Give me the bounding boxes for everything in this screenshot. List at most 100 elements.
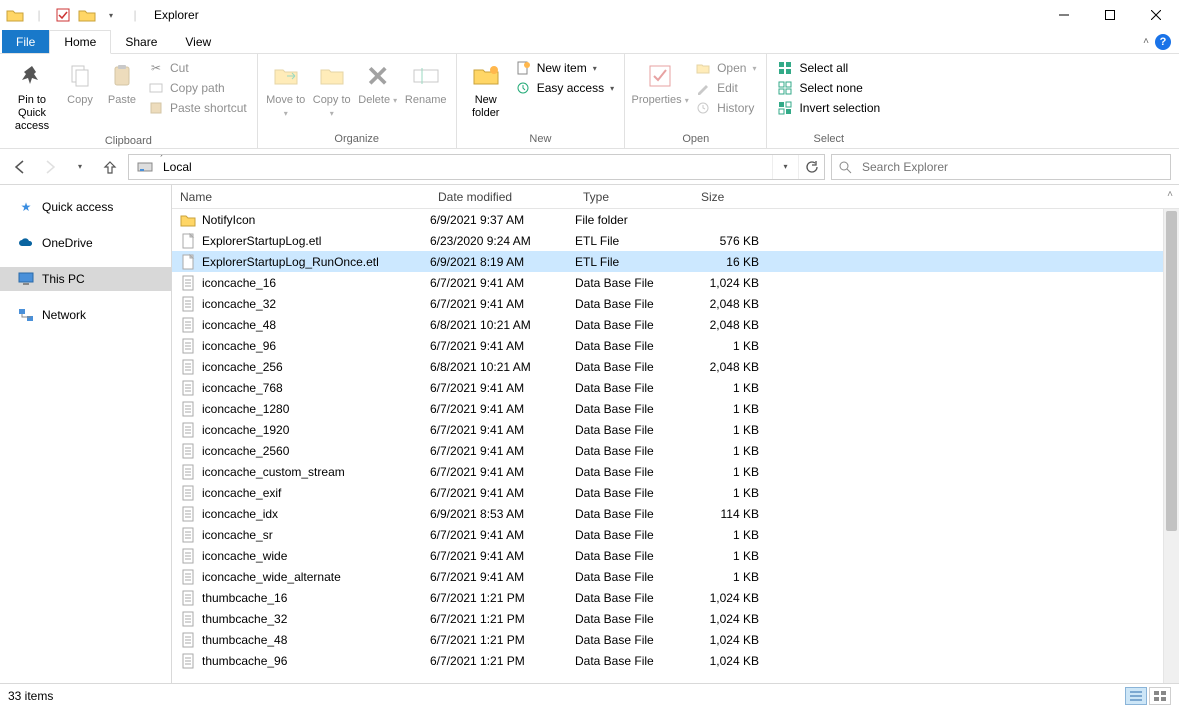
group-label-new: New	[463, 131, 618, 148]
pasteshortcut-button[interactable]: Paste shortcut	[144, 98, 251, 118]
sidebar-network[interactable]: Network	[0, 303, 171, 327]
copyto-button[interactable]: Copy to ▾	[310, 56, 354, 120]
search-box[interactable]	[831, 154, 1171, 180]
qat-customize-dropdown[interactable]: ▾	[100, 4, 122, 26]
col-modified[interactable]: Date modified	[430, 190, 575, 204]
file-size: 1 KB	[693, 444, 765, 458]
help-icon[interactable]: ?	[1155, 34, 1171, 50]
titlebar: | ▾ | Explorer	[0, 0, 1179, 30]
qat-properties-icon[interactable]	[52, 4, 74, 26]
addr-dropdown[interactable]: ▾	[772, 155, 798, 179]
tab-file[interactable]: File	[2, 30, 49, 53]
table-row[interactable]: iconcache_sr6/7/2021 9:41 AMData Base Fi…	[172, 524, 1163, 545]
address-bar[interactable]: Local Disk (C:)›Users››AppData›Local›Mic…	[128, 154, 825, 180]
minimize-button[interactable]	[1041, 0, 1087, 30]
maximize-button[interactable]	[1087, 0, 1133, 30]
up-button[interactable]	[98, 155, 122, 179]
col-size[interactable]: Size	[693, 190, 765, 204]
column-headers[interactable]: Name Date modified Type Size ˄	[172, 185, 1179, 209]
table-row[interactable]: iconcache_7686/7/2021 9:41 AMData Base F…	[172, 377, 1163, 398]
col-name[interactable]: Name	[172, 190, 430, 204]
edit-button[interactable]: Edit	[691, 78, 760, 98]
file-name: iconcache_idx	[202, 507, 278, 521]
view-largeicons-button[interactable]	[1149, 687, 1171, 705]
newfolder-button[interactable]: New folder	[463, 56, 509, 120]
close-button[interactable]	[1133, 0, 1179, 30]
file-modified: 6/7/2021 1:21 PM	[430, 591, 575, 605]
table-row[interactable]: NotifyIcon6/9/2021 9:37 AMFile folder	[172, 209, 1163, 230]
table-row[interactable]: iconcache_326/7/2021 9:41 AMData Base Fi…	[172, 293, 1163, 314]
file-list[interactable]: NotifyIcon6/9/2021 9:37 AMFile folderExp…	[172, 209, 1163, 683]
properties-button[interactable]: Properties ▾	[631, 56, 689, 107]
table-row[interactable]: ExplorerStartupLog_RunOnce.etl6/9/2021 8…	[172, 251, 1163, 272]
table-row[interactable]: iconcache_2566/8/2021 10:21 AMData Base …	[172, 356, 1163, 377]
copypath-button[interactable]: Copy path	[144, 78, 251, 98]
cut-button[interactable]: ✂Cut	[144, 58, 251, 78]
tab-home[interactable]: Home	[49, 30, 111, 54]
forward-button[interactable]	[38, 155, 62, 179]
table-row[interactable]: iconcache_wide6/7/2021 9:41 AMData Base …	[172, 545, 1163, 566]
table-row[interactable]: iconcache_486/8/2021 10:21 AMData Base F…	[172, 314, 1163, 335]
file-modified: 6/8/2021 10:21 AM	[430, 360, 575, 374]
table-row[interactable]: iconcache_19206/7/2021 9:41 AMData Base …	[172, 419, 1163, 440]
refresh-button[interactable]	[798, 155, 824, 179]
file-type: ETL File	[575, 234, 693, 248]
file-icon	[180, 317, 196, 333]
table-row[interactable]: ExplorerStartupLog.etl6/23/2020 9:24 AME…	[172, 230, 1163, 251]
paste-button[interactable]: Paste	[102, 56, 142, 107]
open-button[interactable]: Open ▾	[691, 58, 760, 78]
file-icon	[180, 632, 196, 648]
table-row[interactable]: thumbcache_966/7/2021 1:21 PMData Base F…	[172, 650, 1163, 671]
table-row[interactable]: iconcache_idx6/9/2021 8:53 AMData Base F…	[172, 503, 1163, 524]
table-row[interactable]: iconcache_wide_alternate6/7/2021 9:41 AM…	[172, 566, 1163, 587]
table-row[interactable]: iconcache_166/7/2021 9:41 AMData Base Fi…	[172, 272, 1163, 293]
sidebar-thispc[interactable]: This PC	[0, 267, 171, 291]
collapse-ribbon-icon[interactable]: ˄	[1143, 36, 1149, 47]
chevron-right-icon[interactable]: ›	[155, 154, 168, 159]
sidebar-onedrive[interactable]: OneDrive	[0, 231, 171, 255]
back-button[interactable]	[8, 155, 32, 179]
qat-separator: |	[124, 4, 146, 26]
selectnone-button[interactable]: Select none	[773, 78, 884, 98]
tab-share[interactable]: Share	[111, 30, 171, 53]
moveto-button[interactable]: Move to ▾	[264, 56, 308, 120]
file-name: iconcache_16	[202, 276, 276, 290]
col-type[interactable]: Type	[575, 190, 693, 204]
breadcrumb-segment[interactable]: Local	[155, 160, 244, 174]
file-modified: 6/7/2021 1:21 PM	[430, 654, 575, 668]
table-row[interactable]: iconcache_25606/7/2021 9:41 AMData Base …	[172, 440, 1163, 461]
chevron-right-icon[interactable]: ›	[155, 177, 168, 180]
scrollbar[interactable]	[1163, 209, 1179, 683]
sidebar-quickaccess[interactable]: ★Quick access	[0, 195, 171, 219]
scrollbar-thumb[interactable]	[1166, 211, 1177, 531]
table-row[interactable]: iconcache_12806/7/2021 9:41 AMData Base …	[172, 398, 1163, 419]
qat-newfolder-icon[interactable]	[76, 4, 98, 26]
table-row[interactable]: iconcache_exif6/7/2021 9:41 AMData Base …	[172, 482, 1163, 503]
navigation-pane[interactable]: ★Quick access OneDrive This PC Network	[0, 185, 172, 683]
table-row[interactable]: iconcache_966/7/2021 9:41 AMData Base Fi…	[172, 335, 1163, 356]
pin-quickaccess-button[interactable]: Pin to Quick access	[6, 56, 58, 133]
group-label-open: Open	[631, 131, 760, 148]
rename-button[interactable]: Rename	[402, 56, 450, 107]
search-input[interactable]	[860, 159, 1164, 175]
file-icon	[180, 275, 196, 291]
invertselection-button[interactable]: Invert selection	[773, 98, 884, 118]
cut-icon: ✂	[148, 60, 164, 76]
file-icon	[180, 548, 196, 564]
table-row[interactable]: iconcache_custom_stream6/7/2021 9:41 AMD…	[172, 461, 1163, 482]
recent-dropdown[interactable]: ▾	[68, 155, 92, 179]
table-row[interactable]: thumbcache_326/7/2021 1:21 PMData Base F…	[172, 608, 1163, 629]
view-details-button[interactable]	[1125, 687, 1147, 705]
newitem-button[interactable]: New item ▾	[511, 58, 618, 78]
copy-button[interactable]: Copy	[60, 56, 100, 107]
status-count: 33 items	[8, 689, 53, 703]
delete-button[interactable]: ✕ Delete ▾	[356, 56, 400, 107]
file-type: Data Base File	[575, 423, 693, 437]
table-row[interactable]: thumbcache_486/7/2021 1:21 PMData Base F…	[172, 629, 1163, 650]
table-row[interactable]: thumbcache_166/7/2021 1:21 PMData Base F…	[172, 587, 1163, 608]
easyaccess-button[interactable]: Easy access ▾	[511, 78, 618, 98]
selectall-button[interactable]: Select all	[773, 58, 884, 78]
file-name: iconcache_wide	[202, 549, 287, 563]
tab-view[interactable]: View	[171, 30, 225, 53]
history-button[interactable]: History	[691, 98, 760, 118]
